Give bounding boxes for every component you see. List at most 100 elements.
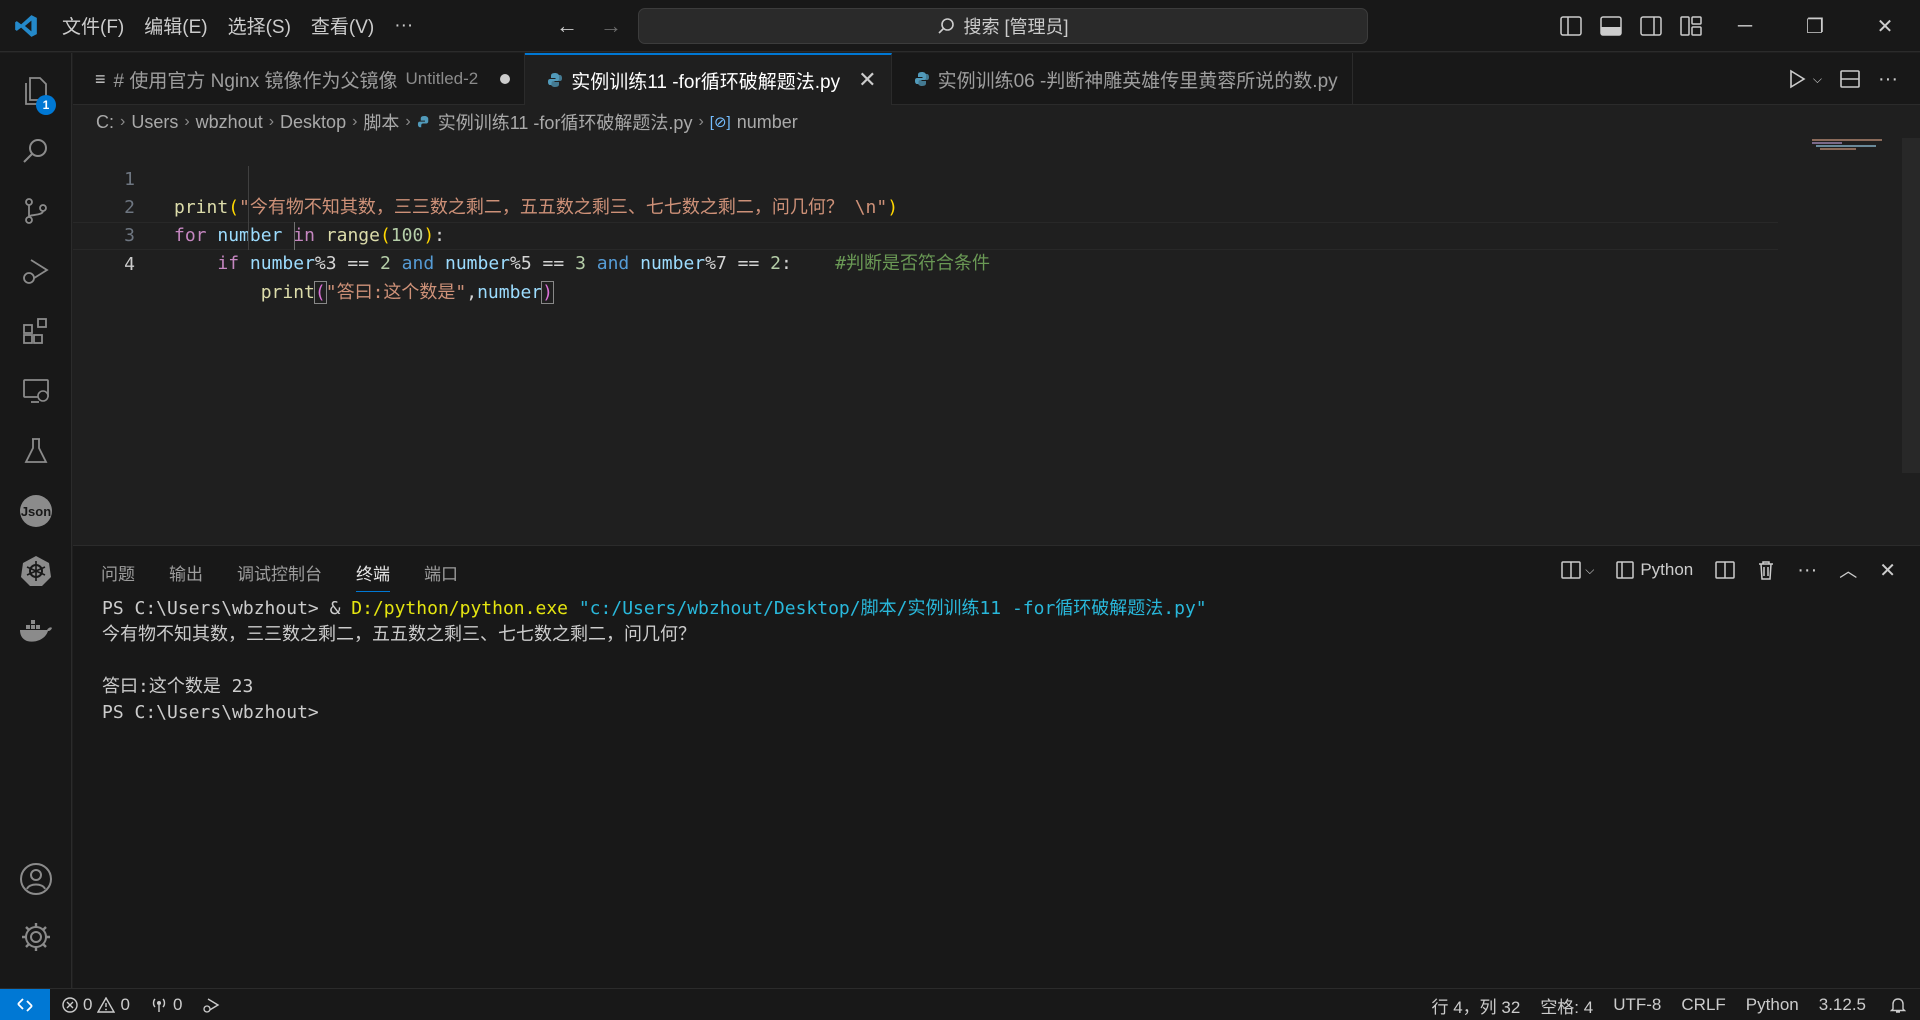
tab-other-file[interactable]: 实例训练06 -判断神雕英雄传里黄蓉所说的数.py [892, 53, 1353, 105]
remote-explorer-button[interactable] [0, 359, 72, 423]
menu-view[interactable]: 查看(V) [301, 8, 384, 44]
source-control-button[interactable] [0, 179, 72, 243]
terminal-instance[interactable]: Python [1616, 560, 1693, 580]
tab-label: # 使用官方 Nginx 镜像作为父镜像 [113, 70, 398, 92]
editor-actions: ⌵ ··· [1787, 53, 1920, 105]
terminal-prompt: PS C:\Users\wbzhout> [102, 702, 319, 723]
unsaved-dot-icon[interactable] [500, 74, 511, 84]
token-paren: ( [313, 281, 327, 304]
customize-layout-icon[interactable] [1680, 16, 1702, 36]
token-variable: number [249, 253, 315, 274]
token-keyword: and [401, 253, 435, 274]
breadcrumb-users[interactable]: Users [131, 112, 178, 133]
toggle-panel-icon[interactable] [1600, 16, 1622, 36]
cursor-position[interactable]: 行 4，列 32 [1422, 993, 1531, 1018]
chevron-down-icon: ⌵ [1585, 562, 1595, 577]
forward-arrow-icon[interactable]: → [596, 13, 626, 39]
split-editor-icon[interactable] [1840, 69, 1860, 89]
close-tab-icon[interactable]: ✕ [858, 67, 876, 93]
kubernetes-button[interactable] [0, 539, 72, 603]
back-arrow-icon[interactable]: ← [552, 13, 582, 39]
editor-tabs: ≡ # 使用官方 Nginx 镜像作为父镜像 Untitled-2 实例训练11… [73, 53, 1920, 105]
search-view-button[interactable] [0, 119, 72, 183]
explorer-badge: 1 [36, 95, 56, 115]
end-of-line[interactable]: CRLF [1671, 995, 1735, 1015]
accounts-button[interactable] [0, 847, 72, 911]
explorer-button[interactable]: 1 [0, 59, 72, 123]
broadcast-icon [152, 998, 166, 1012]
tab-problems[interactable]: 问题 [101, 560, 135, 592]
status-bar: 0 0 0 行 4，列 32 空格: 4 UTF-8 CRLF Python 3… [0, 988, 1920, 1020]
split-terminal-icon[interactable] [1715, 561, 1735, 579]
json-label: Json [20, 503, 52, 519]
python-file-icon [914, 72, 929, 86]
new-terminal-dropdown[interactable]: ⌵ [1561, 561, 1594, 579]
panel-tabs: 问题 输出 调试控制台 终端 端口 [101, 560, 458, 592]
encoding[interactable]: UTF-8 [1603, 995, 1671, 1015]
run-and-debug-button[interactable] [0, 239, 72, 303]
docker-button[interactable] [0, 599, 72, 663]
warning-icon [97, 996, 116, 1013]
gear-icon [22, 923, 50, 951]
more-actions-icon[interactable]: ··· [1797, 559, 1817, 582]
editor-scrollbar[interactable] [1902, 138, 1920, 473]
token-number: 3 [575, 253, 586, 274]
search-icon [23, 139, 47, 163]
markdown-file-icon: ≡ [95, 68, 106, 89]
token-operator: %7 == [705, 253, 771, 274]
toggle-primary-sidebar-icon[interactable] [1560, 16, 1582, 36]
tab-active-file[interactable]: 实例训练11 -for循环破解题法.py ✕ [525, 53, 892, 105]
restore-icon[interactable]: ❐ [1780, 0, 1850, 52]
kubernetes-helm-icon [21, 556, 51, 586]
language-mode[interactable]: Python [1736, 995, 1809, 1015]
minimize-icon[interactable]: ─ [1710, 0, 1780, 52]
trash-icon[interactable] [1757, 560, 1775, 580]
maximize-panel-icon[interactable]: ︿ [1839, 557, 1857, 583]
docker-whale-icon [20, 620, 52, 642]
minimap[interactable] [1796, 138, 1896, 152]
manage-button[interactable] [0, 905, 72, 969]
menu-edit[interactable]: 编辑(E) [134, 8, 217, 44]
layout-controls [1560, 0, 1702, 52]
toggle-secondary-sidebar-icon[interactable] [1640, 16, 1662, 36]
breadcrumb-user[interactable]: wbzhout [196, 112, 263, 133]
breadcrumb-folder[interactable]: 脚本 [363, 109, 399, 135]
breadcrumb-drive[interactable]: C: [96, 112, 114, 133]
breadcrumb-file[interactable]: 实例训练11 -for循环破解题法.py [438, 109, 693, 135]
testing-button[interactable] [0, 419, 72, 483]
code-editor[interactable]: 1 print("今有物不知其数，三三数之剩二，五五数之剩三、七七数之剩二，问几… [73, 138, 1920, 545]
extensions-button[interactable] [0, 299, 72, 363]
json-extension-button[interactable]: Json [0, 479, 72, 543]
run-options-chevron-icon[interactable]: ⌵ [1813, 72, 1822, 87]
menu-selection[interactable]: 选择(S) [218, 8, 301, 44]
chevron-right-icon: › [698, 113, 704, 130]
run-python-file-icon[interactable] [1787, 69, 1807, 89]
debug-status[interactable] [192, 996, 230, 1014]
tab-output[interactable]: 输出 [169, 560, 203, 592]
indent-guide [248, 166, 249, 250]
breadcrumb-desktop[interactable]: Desktop [280, 112, 346, 133]
python-version[interactable]: 3.12.5 [1809, 995, 1876, 1015]
close-window-icon[interactable]: ✕ [1850, 0, 1920, 52]
search-icon [938, 18, 955, 34]
problems-status[interactable]: 0 0 [50, 995, 140, 1015]
remote-indicator[interactable] [0, 988, 50, 1020]
token-variable: number [640, 253, 706, 274]
tab-terminal[interactable]: 终端 [356, 560, 390, 592]
tab-ports[interactable]: 端口 [424, 560, 458, 592]
indentation[interactable]: 空格: 4 [1530, 993, 1603, 1018]
terminal-output[interactable]: PS C:\Users\wbzhout> & D:/python/python.… [102, 596, 1207, 726]
notifications-bell-icon[interactable] [1876, 996, 1920, 1014]
chevron-right-icon: › [120, 113, 126, 130]
menu-file[interactable]: 文件(F) [52, 8, 134, 44]
command-center-search[interactable]: 搜索 [管理员] [638, 8, 1368, 44]
breadcrumb-symbol[interactable]: number [737, 112, 798, 133]
tab-debug-console[interactable]: 调试控制台 [237, 560, 322, 592]
ports-status[interactable]: 0 [140, 995, 192, 1015]
tab-untitled-2[interactable]: ≡ # 使用官方 Nginx 镜像作为父镜像 Untitled-2 [73, 53, 526, 105]
tab-hint: Untitled-2 [405, 69, 479, 88]
close-panel-icon[interactable]: ✕ [1879, 558, 1896, 583]
more-actions-icon[interactable]: ··· [1878, 68, 1898, 91]
chevron-right-icon: › [405, 113, 411, 130]
menu-more[interactable]: ··· [384, 8, 423, 44]
